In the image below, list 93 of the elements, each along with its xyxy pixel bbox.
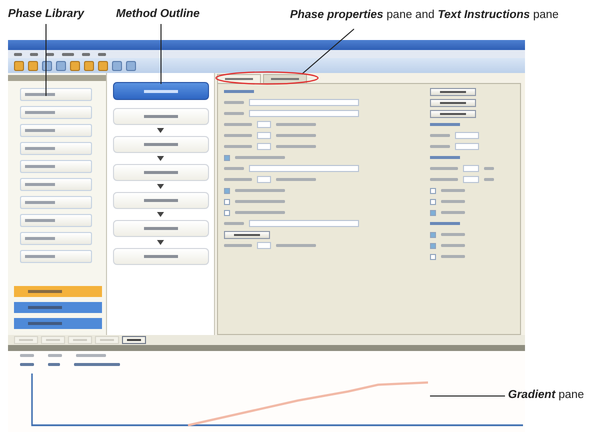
checkbox-label [441,244,465,247]
phase-button[interactable] [20,250,92,263]
checkbox[interactable] [430,198,436,204]
checkbox[interactable] [430,254,436,260]
field-label [224,222,244,225]
checkbox-label [441,255,465,258]
phase-button[interactable] [20,124,92,137]
dropdown-field[interactable] [455,143,479,150]
field-label [224,178,252,181]
pane-tab[interactable] [217,74,261,83]
phase-button[interactable] [20,106,92,119]
down-arrow-icon [157,127,164,134]
checkbox[interactable] [224,188,230,194]
phase-button[interactable] [20,214,92,227]
down-arrow-icon [157,155,164,162]
column-label [20,354,34,357]
field-label [430,134,450,137]
field-hint [276,244,316,247]
section-heading [430,222,460,225]
field-hint [276,134,316,137]
down-arrow-icon [157,211,164,218]
dropdown-field[interactable] [249,220,359,227]
down-arrow-icon [157,183,164,190]
field-label [224,134,252,137]
callout-label: Phase properties pane and Text Instructions pane [290,9,559,21]
value-label [20,363,34,366]
panel-button[interactable] [430,110,476,118]
panel-button[interactable] [430,98,476,106]
phase-button[interactable] [20,160,92,173]
field-hint [276,123,316,126]
down-arrow-icon [157,239,164,246]
field-label [224,145,252,148]
input-field[interactable] [257,132,271,139]
checkbox-label [235,200,285,203]
phase-button[interactable] [20,88,92,101]
toolbar-button[interactable] [122,336,146,344]
panel-button[interactable] [430,88,476,96]
column-label [76,354,106,357]
input-field[interactable] [463,165,479,172]
leader-line [302,28,354,74]
checkbox[interactable] [430,210,436,216]
leader-line [160,24,162,84]
checkbox-label [441,200,465,203]
checkbox[interactable] [224,154,230,160]
checkbox-label [441,189,465,192]
checkbox[interactable] [430,188,436,194]
field-label [430,178,458,181]
input-field[interactable] [257,143,271,150]
dropdown-field[interactable] [455,132,479,139]
phase-button[interactable] [20,178,92,191]
field-label [430,145,450,148]
phase-button[interactable] [20,232,92,245]
input-field[interactable] [257,176,271,183]
value-label [74,363,120,366]
input-field[interactable] [257,121,271,128]
input-field[interactable] [257,242,271,249]
callout-label: Method Outline [116,8,200,20]
panel-button[interactable] [224,230,270,238]
checkbox[interactable] [224,210,230,216]
dropdown-field[interactable] [249,165,359,172]
input-field[interactable] [463,176,479,183]
phase-group-bar[interactable] [14,318,102,329]
field-hint [276,178,316,181]
field-label [430,167,458,170]
checkbox[interactable] [430,242,436,248]
phase-button[interactable] [20,142,92,155]
checkbox-label [441,211,465,214]
callout-label: Gradient pane [508,389,584,401]
field-hint [276,145,316,148]
pane-tab[interactable] [263,74,307,83]
section-heading [430,156,460,159]
field-label [224,112,244,115]
column-label [48,354,62,357]
field-label [224,123,252,126]
checkbox[interactable] [430,232,436,238]
dropdown-field[interactable] [249,110,359,117]
dropdown-field[interactable] [249,99,359,106]
phase-block[interactable] [112,82,208,100]
field-label [224,167,244,170]
phase-button[interactable] [20,196,92,209]
section-heading [224,90,254,93]
phase-group-bar[interactable] [14,302,102,313]
field-label [224,244,252,247]
checkbox-label [235,211,285,214]
callout-label: Phase Library [8,8,84,20]
checkbox[interactable] [224,198,230,204]
checkbox-label [235,189,285,192]
checkbox-label [441,233,465,236]
field-label [224,101,244,104]
value-label [48,363,60,366]
section-heading [430,123,460,126]
checkbox-label [235,156,285,159]
phase-group-bar[interactable] [14,286,102,297]
